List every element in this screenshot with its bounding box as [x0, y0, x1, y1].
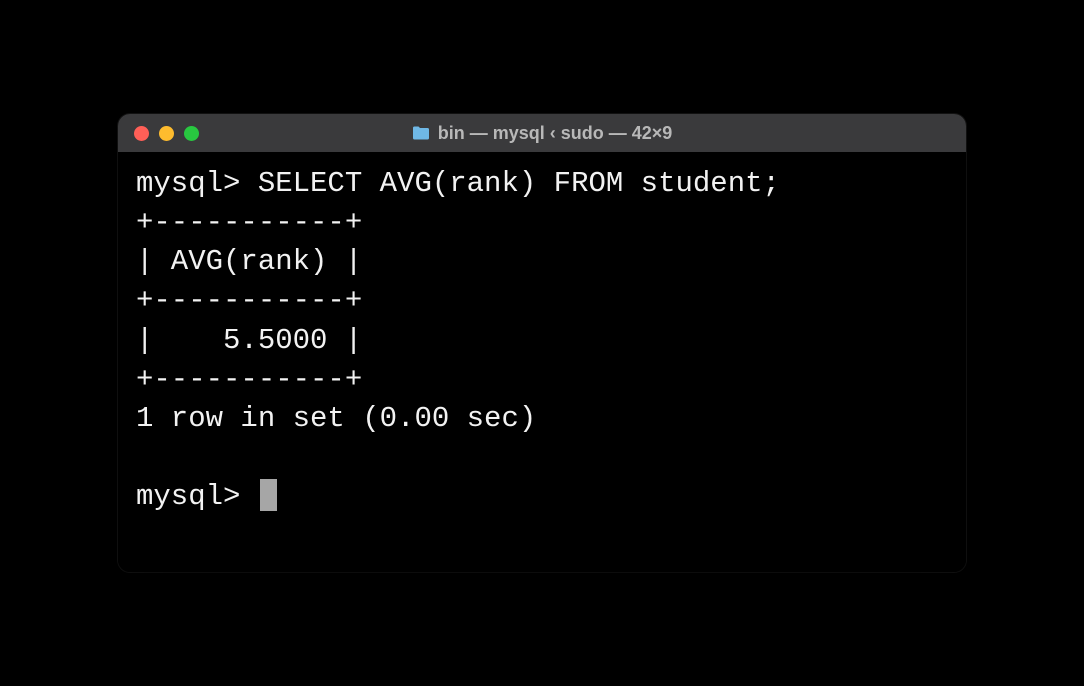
traffic-lights — [134, 126, 199, 141]
prompt-text: mysql> — [136, 480, 258, 513]
terminal-output-line: +-----------+ — [136, 360, 948, 399]
cursor-icon — [260, 479, 277, 511]
maximize-icon[interactable] — [184, 126, 199, 141]
terminal-body[interactable]: mysql> SELECT AVG(rank) FROM student; +-… — [118, 152, 966, 572]
terminal-output-line: mysql> SELECT AVG(rank) FROM student; — [136, 164, 948, 203]
minimize-icon[interactable] — [159, 126, 174, 141]
terminal-window: bin — mysql ‹ sudo — 42×9 mysql> SELECT … — [118, 114, 966, 572]
folder-icon — [412, 126, 430, 140]
blank-line — [136, 438, 948, 477]
terminal-output-line: +-----------+ — [136, 203, 948, 242]
window-title: bin — mysql ‹ sudo — 42×9 — [438, 123, 673, 144]
close-icon[interactable] — [134, 126, 149, 141]
terminal-output-line: +-----------+ — [136, 281, 948, 320]
terminal-output-line: | 5.5000 | — [136, 321, 948, 360]
terminal-output-line: | AVG(rank) | — [136, 242, 948, 281]
terminal-output-line: 1 row in set (0.00 sec) — [136, 399, 948, 438]
title-content: bin — mysql ‹ sudo — 42×9 — [118, 123, 966, 144]
title-bar: bin — mysql ‹ sudo — 42×9 — [118, 114, 966, 152]
terminal-prompt-line[interactable]: mysql> — [136, 477, 948, 516]
